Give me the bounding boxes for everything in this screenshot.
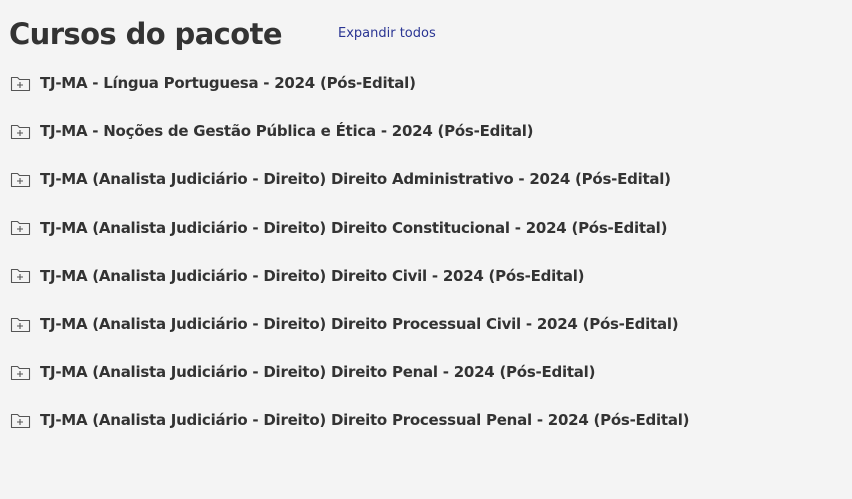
course-title: TJ-MA (Analista Judiciário - Direito) Di… bbox=[40, 315, 679, 334]
course-title: TJ-MA (Analista Judiciário - Direito) Di… bbox=[40, 266, 585, 285]
folder-plus-icon[interactable] bbox=[10, 171, 31, 188]
folder-plus-icon[interactable] bbox=[10, 123, 31, 140]
course-title: TJ-MA - Língua Portuguesa - 2024 (Pós-Ed… bbox=[40, 74, 416, 93]
folder-plus-icon[interactable] bbox=[10, 364, 31, 381]
folder-plus-icon[interactable] bbox=[10, 219, 31, 236]
course-title: TJ-MA (Analista Judiciário - Direito) Di… bbox=[40, 411, 690, 430]
course-title: TJ-MA (Analista Judiciário - Direito) Di… bbox=[40, 218, 668, 237]
course-item[interactable]: TJ-MA (Analista Judiciário - Direito) Di… bbox=[10, 155, 840, 203]
course-item[interactable]: TJ-MA - Noções de Gestão Pública e Ética… bbox=[10, 107, 840, 155]
page-header: Cursos do pacote bbox=[9, 12, 283, 56]
course-title: TJ-MA (Analista Judiciário - Direito) Di… bbox=[40, 170, 671, 189]
page-title: Cursos do pacote bbox=[9, 17, 283, 51]
course-item[interactable]: TJ-MA (Analista Judiciário - Direito) Di… bbox=[10, 252, 840, 300]
course-item[interactable]: TJ-MA (Analista Judiciário - Direito) Di… bbox=[10, 204, 840, 252]
course-item[interactable]: TJ-MA - Língua Portuguesa - 2024 (Pós-Ed… bbox=[10, 59, 840, 107]
folder-plus-icon[interactable] bbox=[10, 267, 31, 284]
course-item[interactable]: TJ-MA (Analista Judiciário - Direito) Di… bbox=[10, 348, 840, 396]
folder-plus-icon[interactable] bbox=[10, 75, 31, 92]
course-item[interactable]: TJ-MA (Analista Judiciário - Direito) Di… bbox=[10, 300, 840, 348]
course-item[interactable]: TJ-MA (Analista Judiciário - Direito) Di… bbox=[10, 396, 840, 444]
course-list: TJ-MA - Língua Portuguesa - 2024 (Pós-Ed… bbox=[10, 59, 840, 445]
folder-plus-icon[interactable] bbox=[10, 412, 31, 429]
course-title: TJ-MA - Noções de Gestão Pública e Ética… bbox=[40, 122, 534, 141]
folder-plus-icon[interactable] bbox=[10, 316, 31, 333]
course-title: TJ-MA (Analista Judiciário - Direito) Di… bbox=[40, 363, 596, 382]
expand-all-link[interactable]: Expandir todos bbox=[338, 25, 436, 43]
